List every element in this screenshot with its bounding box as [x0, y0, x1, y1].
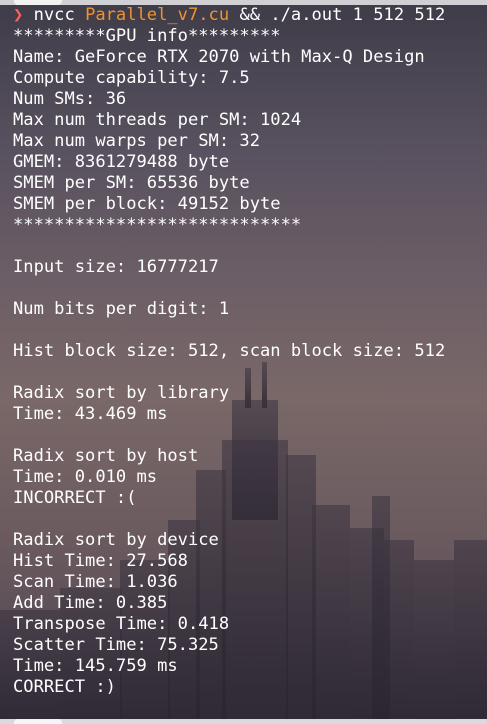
output-line: Max num threads per SM: 1024	[13, 110, 302, 130]
output-line: Name: GeForce RTX 2070 with Max-Q Design	[13, 47, 425, 67]
output-line: Max num warps per SM: 32	[13, 131, 260, 151]
output-line: INCORRECT :(	[13, 488, 137, 508]
command-operator: &&	[239, 5, 261, 25]
chevron-right-icon: ❯	[13, 5, 24, 25]
output-line: Scan Time: 1.036	[13, 572, 178, 592]
output-line: Compute capability: 7.5	[13, 68, 250, 88]
output-line: ****************************	[13, 215, 302, 235]
output-line: Radix sort by device	[13, 530, 219, 550]
terminal-window[interactable]: ❯ nvcc Parallel_v7.cu && ./a.out 1 512 5…	[0, 0, 487, 724]
command-program: nvcc	[33, 5, 75, 25]
output-line: Transpose Time: 0.418	[13, 614, 230, 634]
output-line: Scatter Time: 75.325	[13, 635, 219, 655]
output-line: SMEM per SM: 65536 byte	[13, 173, 250, 193]
next-prompt-bar	[0, 719, 487, 724]
terminal-output: ❯ nvcc Parallel_v7.cu && ./a.out 1 512 5…	[13, 5, 445, 698]
output-line: SMEM per block: 49152 byte	[13, 194, 281, 214]
output-line: Hist Time: 27.568	[13, 551, 188, 571]
output-line: Num bits per digit: 1	[13, 299, 230, 319]
output-line: Radix sort by library	[13, 383, 230, 403]
command-run: ./a.out 1 512 512	[270, 5, 446, 25]
output-line: Time: 145.759 ms	[13, 656, 178, 676]
output-line: Hist block size: 512, scan block size: 5…	[13, 341, 446, 361]
output-line: Num SMs: 36	[13, 89, 127, 109]
command-line: ❯ nvcc Parallel_v7.cu && ./a.out 1 512 5…	[13, 5, 445, 26]
output-line: GMEM: 8361279488 byte	[13, 152, 230, 172]
output-line: CORRECT :)	[13, 677, 116, 697]
prompt-segment	[14, 719, 62, 724]
program-output: *********GPU info********* Name: GeForce …	[13, 26, 445, 698]
command-file: Parallel_v7.cu	[85, 5, 230, 25]
output-line: Input size: 16777217	[13, 257, 219, 277]
output-line: *********GPU info*********	[13, 26, 281, 46]
output-line: Time: 43.469 ms	[13, 404, 168, 424]
output-line: Time: 0.010 ms	[13, 467, 158, 487]
output-line: Add Time: 0.385	[13, 593, 168, 613]
output-line: Radix sort by host	[13, 446, 199, 466]
